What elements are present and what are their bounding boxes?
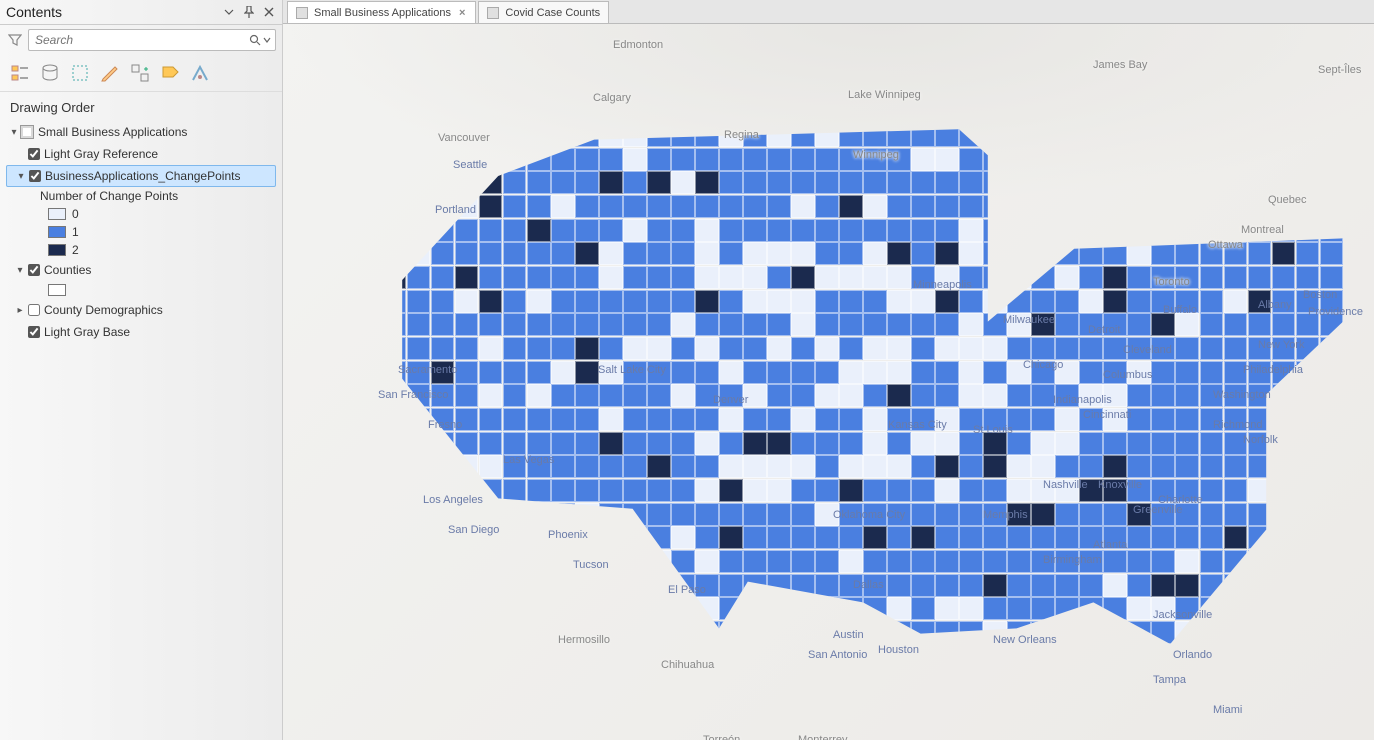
layer-county-demographics[interactable]: ▸ County Demographics xyxy=(6,299,276,321)
layer-visibility-checkbox[interactable] xyxy=(28,148,40,160)
list-by-snapping-icon[interactable] xyxy=(128,61,152,85)
tree-label: County Demographics xyxy=(44,303,163,317)
main-area: Small Business Applications × Covid Case C… xyxy=(283,0,1374,740)
counties-symbol xyxy=(6,281,276,299)
us-choropleth xyxy=(383,124,1343,644)
layer-visibility-checkbox[interactable] xyxy=(28,304,40,316)
map-tab-bar: Small Business Applications × Covid Case C… xyxy=(283,0,1374,24)
legend-value: 1 xyxy=(72,225,79,239)
contents-title: Contents xyxy=(6,4,216,20)
collapse-icon[interactable]: ▾ xyxy=(8,126,20,138)
tab-label: Small Business Applications xyxy=(314,7,451,19)
map-tab[interactable]: Small Business Applications × xyxy=(287,1,476,23)
layer-tree: ▾ Small Business Applications ▸ Light Gr… xyxy=(0,119,282,740)
contents-toolbar xyxy=(0,55,282,92)
layer-changepoints[interactable]: ▾ BusinessApplications_ChangePoints xyxy=(6,165,276,187)
close-panel-icon[interactable] xyxy=(262,5,276,19)
tree-label: Counties xyxy=(44,263,91,277)
contents-header: Contents xyxy=(0,0,282,25)
map-tab-icon xyxy=(487,7,499,19)
city-label: Chihuahua xyxy=(661,659,714,671)
search-icon[interactable] xyxy=(249,34,261,46)
city-label: Houston xyxy=(878,644,919,656)
search-dropdown-icon[interactable] xyxy=(263,36,271,44)
tree-label: Small Business Applications xyxy=(38,125,187,139)
tree-map-root[interactable]: ▾ Small Business Applications xyxy=(6,121,276,143)
symbol-swatch xyxy=(48,226,66,238)
tree-label: Light Gray Base xyxy=(44,325,130,339)
layer-visibility-checkbox[interactable] xyxy=(29,170,41,182)
layer-visibility-checkbox[interactable] xyxy=(28,264,40,276)
layer-visibility-checkbox[interactable] xyxy=(28,326,40,338)
search-input[interactable] xyxy=(29,30,249,50)
layer-counties[interactable]: ▾ Counties xyxy=(6,259,276,281)
symbol-swatch xyxy=(48,284,66,296)
legend-heading: Number of Change Points xyxy=(6,187,276,205)
legend-value: 0 xyxy=(72,207,79,221)
options-dropdown-icon[interactable] xyxy=(222,5,236,19)
layer-light-gray-reference[interactable]: ▸ Light Gray Reference xyxy=(6,143,276,165)
symbol-swatch xyxy=(48,244,66,256)
city-label: Miami xyxy=(1213,704,1242,716)
list-by-labeling-icon[interactable] xyxy=(158,61,182,85)
map-view[interactable]: EdmontonCalgaryVancouverReginaWinnipegSe… xyxy=(283,24,1374,740)
map-tab-icon xyxy=(296,7,308,19)
collapse-icon[interactable]: ▾ xyxy=(14,264,26,276)
search-row xyxy=(0,25,282,55)
list-by-drawing-order-icon[interactable] xyxy=(8,61,32,85)
list-by-data-source-icon[interactable] xyxy=(38,61,62,85)
list-by-selection-icon[interactable] xyxy=(68,61,92,85)
legend-item: 2 xyxy=(6,241,276,259)
filter-icon[interactable] xyxy=(6,31,24,49)
tab-close-icon[interactable]: × xyxy=(457,7,467,19)
map-icon xyxy=(20,125,34,139)
contents-panel: Contents xyxy=(0,0,283,740)
autohide-pin-icon[interactable] xyxy=(242,5,256,19)
layer-light-gray-base[interactable]: ▸ Light Gray Base xyxy=(6,321,276,343)
drawing-order-label: Drawing Order xyxy=(0,92,282,119)
city-label: Tampa xyxy=(1153,674,1186,686)
list-by-editing-icon[interactable] xyxy=(98,61,122,85)
expand-icon[interactable]: ▸ xyxy=(14,304,26,316)
city-label: Orlando xyxy=(1173,649,1212,661)
tree-label: BusinessApplications_ChangePoints xyxy=(45,169,240,183)
city-label: Torreón xyxy=(703,734,740,740)
legend-value: 2 xyxy=(72,243,79,257)
legend-title: Number of Change Points xyxy=(32,189,178,203)
city-label: Monterrey xyxy=(798,734,848,740)
city-label: San Antonio xyxy=(808,649,867,661)
legend-item: 0 xyxy=(6,205,276,223)
tab-label: Covid Case Counts xyxy=(505,7,600,19)
search-input-wrap xyxy=(28,29,276,51)
list-by-perceptual-icon[interactable] xyxy=(188,61,212,85)
map-tab[interactable]: Covid Case Counts xyxy=(478,1,609,23)
symbol-swatch xyxy=(48,208,66,220)
legend-item: 1 xyxy=(6,223,276,241)
collapse-icon[interactable]: ▾ xyxy=(15,170,27,182)
tree-label: Light Gray Reference xyxy=(44,147,158,161)
